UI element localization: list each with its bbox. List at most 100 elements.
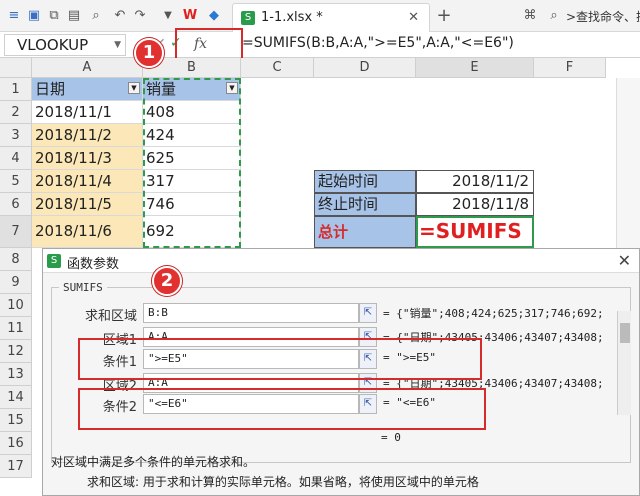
column-header-a[interactable]: A: [32, 58, 143, 78]
arg-result: = "<=E6": [383, 396, 436, 409]
sales-cell[interactable]: 408: [143, 101, 241, 124]
filter-icon[interactable]: ▼: [128, 82, 140, 94]
date-cell[interactable]: 2018/11/1: [32, 101, 143, 124]
row-header-11[interactable]: 11: [0, 317, 32, 340]
name-box-value: VLOOKUP: [17, 36, 89, 54]
date-cell[interactable]: 2018/11/4: [32, 170, 143, 193]
formula-input[interactable]: =SUMIFS(B:B,A:A,">=E5",A:A,"<=E6"): [242, 35, 514, 51]
column-header-c[interactable]: C: [241, 58, 314, 78]
command-icon[interactable]: ⌘: [522, 8, 538, 24]
date-cell[interactable]: 2018/11/6: [32, 216, 143, 248]
header-cell-date[interactable]: 日期 ▼: [32, 78, 143, 101]
wps-logo-icon[interactable]: W: [182, 8, 198, 24]
range-select-icon[interactable]: ⇱: [359, 349, 377, 369]
undo-icon[interactable]: ↶: [112, 8, 128, 24]
range-select-icon[interactable]: ⇱: [359, 327, 377, 347]
date-cell[interactable]: 2018/11/2: [32, 124, 143, 147]
export-icon[interactable]: ⧉: [46, 8, 62, 24]
search-icon[interactable]: ⌕: [546, 8, 562, 24]
argument-scrollbar[interactable]: [617, 311, 631, 415]
close-tab-icon[interactable]: ✕: [408, 10, 419, 25]
command-search-input[interactable]: >查找命令、搜: [566, 8, 640, 25]
preview-icon[interactable]: ⌕: [88, 8, 104, 24]
end-time-label[interactable]: 终止时间: [314, 193, 416, 216]
customize-dropdown-icon[interactable]: ▼: [160, 8, 176, 24]
quick-access-toolbar: ≡ ▣ ⧉ ▤ ⌕ ↶ ↷ ▼ W ◆ S 1-1.xlsx * ✕ + ⌘ ⌕…: [0, 0, 640, 32]
filter-icon[interactable]: ▼: [226, 82, 238, 94]
function-description: 对区域中满足多个条件的单元格求和。: [51, 455, 256, 469]
range-select-icon[interactable]: ⇱: [359, 394, 377, 414]
sales-cell[interactable]: 424: [143, 124, 241, 147]
arg-label: 区域1: [102, 333, 137, 348]
end-time-value[interactable]: 2018/11/8: [416, 193, 534, 216]
file-tab-label: 1-1.xlsx *: [261, 10, 323, 25]
worksheet[interactable]: A B C D E F 1 2 3 4 5 6 7 日期 ▼ 销量 ▼ 2018…: [0, 58, 640, 248]
header-label-sales: 销量: [146, 80, 177, 98]
row-header-12[interactable]: 12: [0, 340, 32, 363]
arg-result: = {"销量";408;424;625;317;746;692;…: [383, 307, 603, 320]
row-header-2[interactable]: 2: [0, 101, 32, 124]
scrollbar-thumb[interactable]: [620, 323, 630, 343]
save-icon[interactable]: ▣: [26, 8, 42, 24]
row-header-8[interactable]: 8: [0, 248, 32, 271]
arg-result: = {"日期";43405;43406;43407;43408;…: [383, 331, 603, 344]
total-label[interactable]: 总计: [314, 216, 416, 248]
column-header-d[interactable]: D: [314, 58, 416, 78]
step-badge-2: 2: [152, 266, 182, 296]
row-header-13[interactable]: 13: [0, 363, 32, 386]
print-icon[interactable]: ▤: [66, 8, 82, 24]
range2-input[interactable]: A:A: [143, 373, 359, 393]
argument-help: 求和区域: 用于求和计算的实际单元格。如果省略，将使用区域中的单元格: [87, 475, 479, 489]
sum-range-input[interactable]: B:B: [143, 303, 359, 323]
range1-input[interactable]: A:A: [143, 327, 359, 347]
new-tab-icon[interactable]: +: [436, 7, 452, 25]
row-header-9[interactable]: 9: [0, 271, 32, 294]
row-header-5[interactable]: 5: [0, 170, 32, 193]
header-label-date: 日期: [35, 80, 66, 98]
start-time-value[interactable]: 2018/11/2: [416, 170, 534, 193]
redo-icon[interactable]: ↷: [132, 8, 148, 24]
select-all-corner[interactable]: [0, 58, 32, 78]
vertical-scrollbar[interactable]: [616, 78, 640, 248]
sales-cell[interactable]: 625: [143, 147, 241, 170]
app-store-icon[interactable]: ◆: [206, 8, 222, 24]
row-header-14[interactable]: 14: [0, 386, 32, 409]
row-header-7[interactable]: 7: [0, 216, 32, 248]
criteria1-input[interactable]: ">=E5": [143, 349, 359, 369]
column-header-e[interactable]: E: [416, 58, 534, 78]
dialog-titlebar[interactable]: S 函数参数 ✕: [43, 249, 639, 273]
date-cell[interactable]: 2018/11/5: [32, 193, 143, 216]
arg-row-sum-range: 求和区域 B:B ⇱ = {"销量";408;424;625;317;746;6…: [43, 301, 623, 325]
close-icon[interactable]: ✕: [618, 251, 631, 270]
sales-cell[interactable]: 692: [143, 216, 241, 248]
row-header-6[interactable]: 6: [0, 193, 32, 216]
column-header-f[interactable]: F: [534, 58, 606, 78]
step-badge-1: 1: [134, 38, 164, 68]
arg-result: = ">=E5": [383, 351, 436, 364]
spreadsheet-file-icon: S: [241, 11, 255, 25]
row-header-3[interactable]: 3: [0, 124, 32, 147]
range-select-icon[interactable]: ⇱: [359, 303, 377, 323]
function-arguments-dialog: S 函数参数 ✕ SUMIFS 求和区域 B:B ⇱ = {"销量";408;4…: [42, 248, 640, 496]
menu-icon[interactable]: ≡: [6, 8, 22, 24]
chevron-down-icon[interactable]: ▼: [114, 35, 121, 55]
arg-label: 求和区域: [84, 309, 137, 324]
start-time-label[interactable]: 起始时间: [314, 170, 416, 193]
arg-row-range1: 区域1 A:A ⇱ = {"日期";43405;43406;43407;4340…: [43, 325, 623, 349]
tab-file[interactable]: S 1-1.xlsx * ✕: [232, 3, 430, 32]
header-cell-sales[interactable]: 销量 ▼: [143, 78, 241, 101]
row-header-1[interactable]: 1: [0, 78, 32, 101]
range-select-icon[interactable]: ⇱: [359, 373, 377, 393]
row-header-16[interactable]: 16: [0, 432, 32, 455]
date-cell[interactable]: 2018/11/3: [32, 147, 143, 170]
criteria2-input[interactable]: "<=E6": [143, 394, 359, 414]
sales-cell[interactable]: 317: [143, 170, 241, 193]
row-header-4[interactable]: 4: [0, 147, 32, 170]
row-header-17[interactable]: 17: [0, 455, 32, 478]
name-box[interactable]: VLOOKUP ▼: [4, 34, 126, 56]
row-header-15[interactable]: 15: [0, 409, 32, 432]
wps-spreadsheet-icon: S: [47, 254, 61, 268]
row-header-10[interactable]: 10: [0, 294, 32, 317]
arg-label: 条件1: [102, 355, 137, 370]
sales-cell[interactable]: 746: [143, 193, 241, 216]
